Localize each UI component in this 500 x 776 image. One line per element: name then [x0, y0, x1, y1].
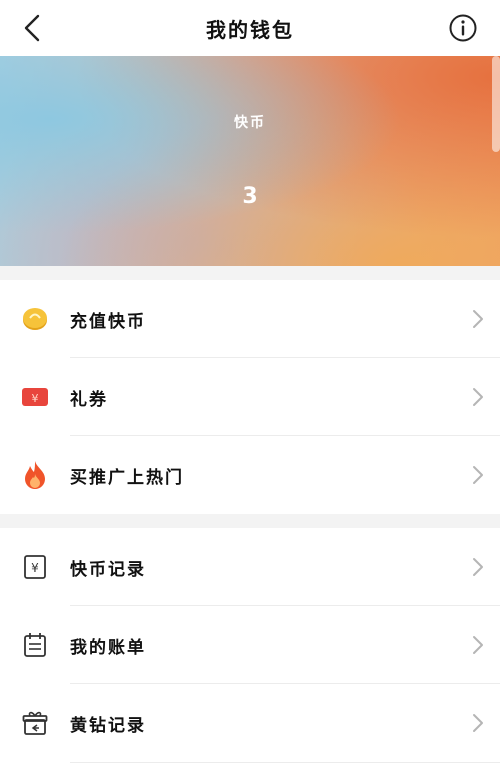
top-bar: 我的钱包	[0, 0, 500, 56]
list-item-coin-records[interactable]: ¥ 快币记录	[0, 528, 500, 606]
list-item-label: 买推广上热门	[70, 467, 184, 488]
divider	[70, 762, 500, 763]
list-item-my-bill[interactable]: 我的账单	[0, 606, 500, 684]
list-item-label: 我的账单	[70, 637, 146, 658]
chevron-right-icon	[473, 310, 483, 328]
chevron-left-icon	[24, 14, 40, 42]
section-gap	[0, 266, 500, 280]
balance-label: 快币	[234, 115, 266, 131]
flame-icon	[20, 460, 50, 490]
list-item-promotion[interactable]: 买推广上热门	[0, 436, 500, 514]
svg-text:¥: ¥	[32, 392, 39, 405]
section-gap	[0, 514, 500, 528]
scrollbar-thumb[interactable]	[492, 56, 500, 152]
list-item-yellow-diamond-records[interactable]: 黄钻记录	[0, 684, 500, 762]
list-item-label: 黄钻记录	[70, 715, 146, 736]
page-title: 我的钱包	[206, 17, 294, 42]
chevron-right-icon	[473, 466, 483, 484]
chevron-right-icon	[473, 636, 483, 654]
calendar-bill-icon	[20, 630, 50, 660]
chevron-right-icon	[473, 714, 483, 732]
list-item-recharge[interactable]: 充值快币	[0, 280, 500, 358]
yuan-receipt-icon: ¥	[20, 552, 50, 582]
chevron-right-icon	[473, 558, 483, 576]
back-button[interactable]	[14, 10, 50, 46]
coupon-icon: ¥	[20, 382, 50, 412]
info-button[interactable]	[444, 9, 482, 47]
list-item-label: 充值快币	[70, 311, 146, 332]
svg-text:¥: ¥	[31, 561, 39, 575]
list-item-coupon[interactable]: ¥ 礼券	[0, 358, 500, 436]
balance-banner: 快币 3	[0, 56, 500, 266]
list-item-label: 快币记录	[70, 559, 146, 580]
chevron-right-icon	[473, 388, 483, 406]
gift-icon	[20, 708, 50, 738]
info-icon	[449, 14, 477, 42]
list-item-label: 礼券	[70, 389, 108, 410]
balance-value: 3	[242, 184, 258, 209]
gold-coin-icon	[20, 304, 50, 334]
